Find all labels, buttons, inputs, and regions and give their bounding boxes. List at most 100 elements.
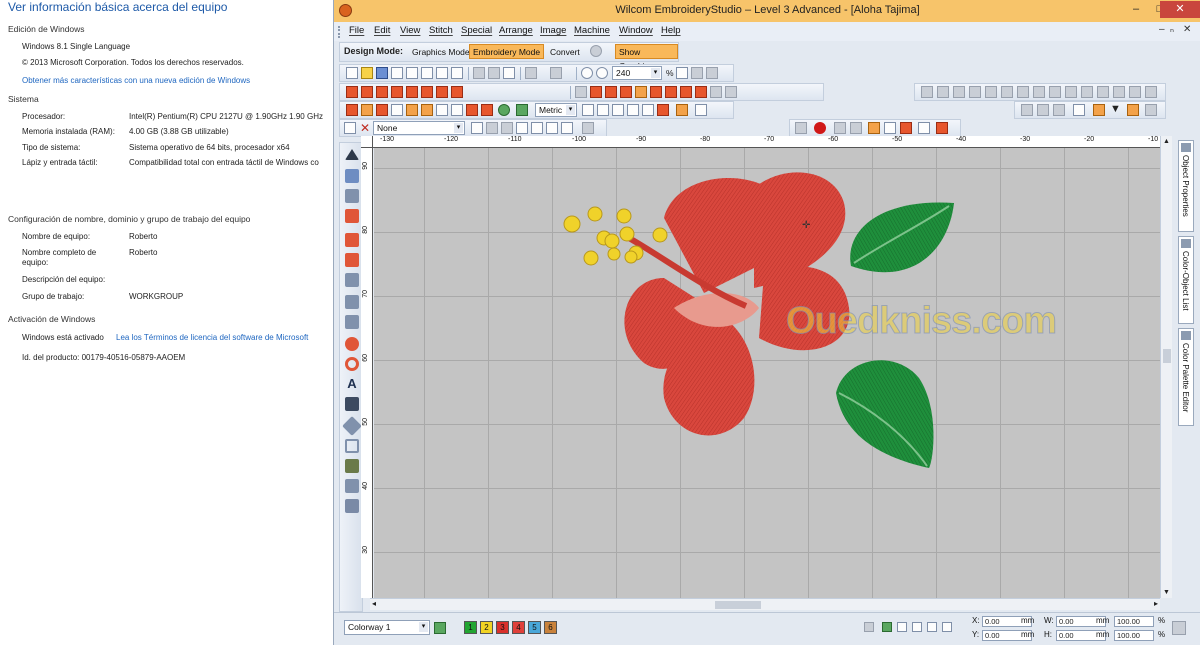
display-icon[interactable] bbox=[627, 104, 639, 116]
colorway-icon[interactable] bbox=[434, 622, 446, 634]
satin-icon[interactable] bbox=[346, 86, 358, 98]
open-icon[interactable] bbox=[361, 67, 373, 79]
embroidery-design[interactable]: ✛ bbox=[374, 148, 1160, 598]
triple-run-icon[interactable] bbox=[650, 86, 662, 98]
trim-icon[interactable] bbox=[1097, 86, 1109, 98]
reshape-icon[interactable] bbox=[344, 122, 356, 134]
lock-proportion-icon[interactable] bbox=[1172, 621, 1186, 635]
monogram-tool-icon[interactable] bbox=[345, 397, 359, 411]
menu-stitch[interactable]: Stitch bbox=[429, 25, 453, 36]
bars-icon[interactable] bbox=[942, 622, 952, 632]
close-icon[interactable]: ✕ bbox=[360, 121, 370, 135]
palette-small-icon[interactable] bbox=[927, 622, 937, 632]
mdi-minimize-button[interactable]: – bbox=[1159, 24, 1165, 35]
effect-h-icon[interactable] bbox=[582, 122, 594, 134]
effect-f-icon[interactable] bbox=[546, 122, 558, 134]
brush-d-icon[interactable] bbox=[884, 122, 896, 134]
wave-tool-icon[interactable] bbox=[345, 209, 359, 223]
scroll-left-icon[interactable]: ◂ bbox=[372, 599, 376, 608]
effect-c-icon[interactable] bbox=[501, 122, 513, 134]
text-tool-icon[interactable]: A bbox=[345, 377, 359, 391]
digitize-icon[interactable] bbox=[421, 104, 433, 116]
print-icon[interactable] bbox=[406, 67, 418, 79]
effect-d-icon[interactable] bbox=[516, 122, 528, 134]
gear-icon[interactable] bbox=[516, 104, 528, 116]
input-a-icon[interactable] bbox=[346, 104, 358, 116]
zoom-box-icon[interactable] bbox=[691, 67, 703, 79]
vertical-scrollbar[interactable]: ▲ ▼ bbox=[1160, 136, 1172, 598]
undo-icon[interactable] bbox=[525, 67, 537, 79]
mdi-restore-button[interactable]: ₙ bbox=[1170, 24, 1174, 35]
motif-tool-icon[interactable] bbox=[345, 459, 359, 473]
frame-tool-icon[interactable] bbox=[345, 439, 359, 453]
effect-a-icon[interactable] bbox=[471, 122, 483, 134]
contour-icon[interactable] bbox=[421, 86, 433, 98]
step-icon[interactable] bbox=[376, 86, 388, 98]
circle-icon[interactable] bbox=[498, 104, 510, 116]
array-icon[interactable] bbox=[1065, 86, 1077, 98]
embroidery-mode-button[interactable]: Embroidery Mode bbox=[469, 44, 545, 59]
menu-image[interactable]: Image bbox=[540, 25, 566, 36]
warning-icon[interactable] bbox=[635, 86, 647, 98]
tatami-icon[interactable] bbox=[361, 86, 373, 98]
scroll-down-icon[interactable]: ▼ bbox=[1163, 589, 1170, 596]
effect-g-icon[interactable] bbox=[561, 122, 573, 134]
select-arrow-icon[interactable] bbox=[345, 149, 359, 160]
zigzag-tool-icon[interactable] bbox=[345, 233, 359, 247]
picture-icon[interactable] bbox=[466, 104, 478, 116]
zoom-in-icon[interactable] bbox=[581, 67, 593, 79]
horizontal-scrollbar[interactable]: ◂ ▸ bbox=[370, 598, 1160, 610]
effect-b-icon[interactable] bbox=[486, 122, 498, 134]
line-tool-icon[interactable] bbox=[345, 295, 359, 309]
needle-icon[interactable] bbox=[1093, 104, 1105, 116]
more-features-link[interactable]: Obtener más características con una nuev… bbox=[22, 76, 250, 85]
brush-f-icon[interactable] bbox=[918, 122, 930, 134]
save-icon[interactable] bbox=[376, 67, 388, 79]
scroll-up-icon[interactable]: ▲ bbox=[1163, 138, 1170, 145]
close-button[interactable]: ✕ bbox=[1160, 1, 1200, 18]
lock-icon[interactable] bbox=[985, 86, 997, 98]
input-c-icon[interactable] bbox=[376, 104, 388, 116]
brush-c-icon[interactable] bbox=[868, 122, 880, 134]
color-swatch[interactable]: 2 bbox=[480, 621, 493, 634]
copy-icon[interactable] bbox=[488, 67, 500, 79]
minimize-button[interactable]: – bbox=[1124, 1, 1148, 18]
mirror-icon[interactable] bbox=[1017, 86, 1029, 98]
zoom-fit-icon[interactable] bbox=[706, 67, 718, 79]
menu-special[interactable]: Special bbox=[461, 25, 492, 36]
phone-icon[interactable] bbox=[1145, 104, 1157, 116]
measure-icon[interactable] bbox=[582, 104, 594, 116]
join-icon[interactable] bbox=[1129, 86, 1141, 98]
height-percent-field[interactable]: 100.00 bbox=[1114, 630, 1154, 641]
hand-icon[interactable] bbox=[912, 622, 922, 632]
send-icon[interactable] bbox=[436, 67, 448, 79]
view-c-icon[interactable] bbox=[1053, 104, 1065, 116]
zigzag-icon[interactable] bbox=[665, 86, 677, 98]
zoom-combo[interactable]: 240 ▾ bbox=[612, 66, 662, 80]
candle-icon[interactable] bbox=[695, 86, 707, 98]
input-d-icon[interactable] bbox=[391, 104, 403, 116]
upper-leaf[interactable] bbox=[850, 202, 954, 273]
shape-tool-icon[interactable] bbox=[345, 273, 359, 287]
color-swatch[interactable]: 5 bbox=[528, 621, 541, 634]
object-properties-tab[interactable]: Object Properties bbox=[1178, 140, 1194, 232]
color-swatch[interactable]: 4 bbox=[512, 621, 525, 634]
mdi-close-button[interactable]: ✕ bbox=[1183, 24, 1191, 35]
node-tool-icon[interactable] bbox=[345, 315, 359, 329]
license-terms-link[interactable]: Lea los Términos de licencia del softwar… bbox=[116, 333, 308, 342]
badge-icon[interactable] bbox=[1127, 104, 1139, 116]
horizontal-scroll-thumb[interactable] bbox=[715, 601, 761, 609]
brush-e-icon[interactable] bbox=[900, 122, 912, 134]
new-icon[interactable] bbox=[346, 67, 358, 79]
input-b-icon[interactable] bbox=[361, 104, 373, 116]
view-b-icon[interactable] bbox=[1037, 104, 1049, 116]
group-icon[interactable] bbox=[953, 86, 965, 98]
rotate-icon[interactable] bbox=[1033, 86, 1045, 98]
color-swatch[interactable]: 1 bbox=[464, 621, 477, 634]
hatch-tool-icon[interactable] bbox=[345, 479, 359, 493]
freehand-icon[interactable] bbox=[406, 104, 418, 116]
break-icon[interactable] bbox=[1113, 86, 1125, 98]
brush-g-icon[interactable] bbox=[936, 122, 948, 134]
branch-icon[interactable] bbox=[1145, 86, 1157, 98]
remove-icon[interactable] bbox=[897, 622, 907, 632]
